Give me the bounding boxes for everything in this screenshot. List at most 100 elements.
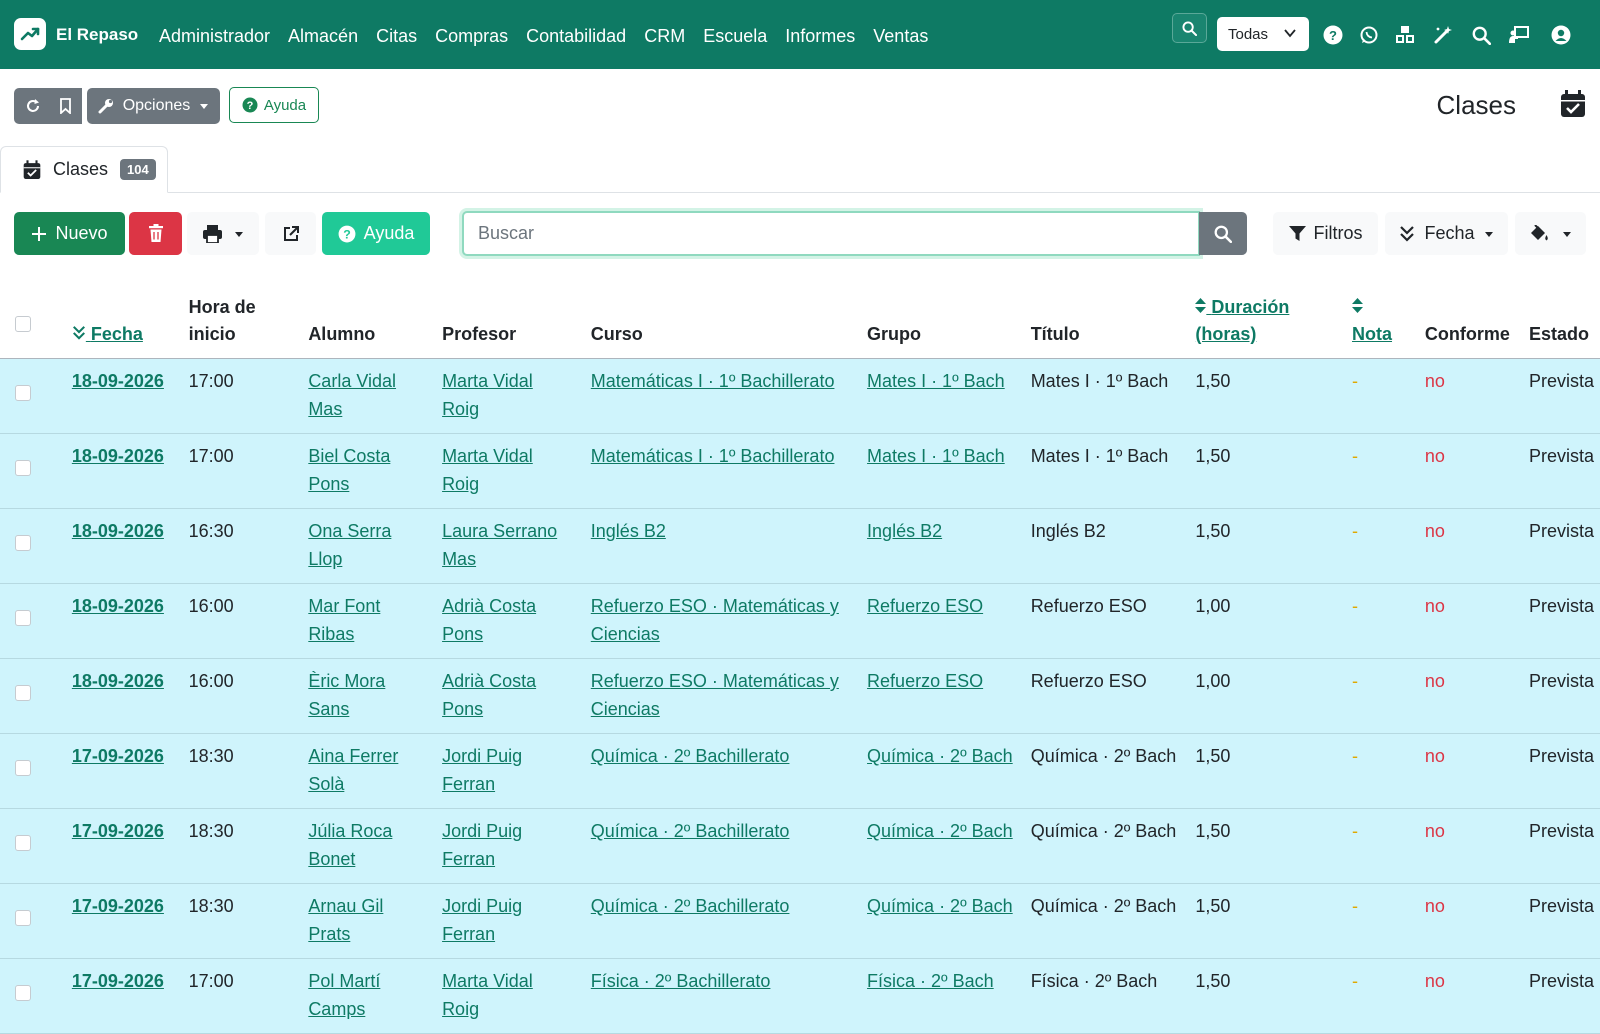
grupo-link[interactable]: Inglés B2 [867,521,942,541]
row-checkbox[interactable] [15,760,31,776]
search-icon[interactable] [1470,24,1492,46]
col-fecha-link[interactable]: Fecha [72,324,143,344]
grupo-link[interactable]: Química · 2º Bach [867,896,1013,916]
magic-wand-icon[interactable] [1432,24,1454,46]
alumno-link[interactable]: Mar Font Ribas [308,596,380,644]
alumno-link[interactable]: Biel Costa Pons [308,446,390,494]
alumno-link[interactable]: Carla Vidal Mas [308,371,396,419]
row-checkbox[interactable] [15,385,31,401]
select-all-checkbox[interactable] [15,316,31,332]
brand-logo-icon[interactable] [14,18,46,50]
alumno-link[interactable]: Aina Ferrer Solà [308,746,398,794]
row-checkbox[interactable] [15,610,31,626]
grupo-link[interactable]: Mates I · 1º Bach [867,446,1005,466]
fecha-link[interactable]: 17-09-2026 [72,896,164,916]
profesor-link[interactable]: Jordi Puig Ferran [442,896,522,944]
table-row[interactable]: 17-09-2026 18:30 Arnau Gil Prats Jordi Puig F… [0,883,1600,959]
curso-link[interactable]: Química · 2º Bachillerato [591,821,790,841]
col-nota[interactable]: Nota [1346,286,1419,359]
sort-date-dropdown[interactable]: Fecha [1385,212,1508,255]
search-submit-button[interactable] [1199,212,1247,255]
table-row[interactable]: 17-09-2026 17:00 Pol Martí Camps Marta Vidal… [0,958,1600,1034]
fecha-link[interactable]: 18-09-2026 [72,596,164,616]
fecha-link[interactable]: 18-09-2026 [72,371,164,391]
print-dropdown[interactable] [187,212,259,255]
help-button-outline[interactable]: ? Ayuda [229,87,319,123]
menu-item-informes[interactable]: Informes [785,26,855,47]
whatsapp-icon[interactable] [1358,24,1380,46]
nav-search-button[interactable] [1172,13,1207,43]
alumno-link[interactable]: Ona Serra Llop [308,521,391,569]
row-checkbox[interactable] [15,685,31,701]
fecha-link[interactable]: 18-09-2026 [72,671,164,691]
row-checkbox[interactable] [15,985,31,1001]
help-circle-icon[interactable]: ? [1322,24,1344,46]
row-checkbox[interactable] [15,910,31,926]
delete-button[interactable] [129,212,182,255]
col-fecha[interactable]: Fecha [65,286,183,359]
profesor-link[interactable]: Marta Vidal Roig [442,371,533,419]
alumno-link[interactable]: Arnau Gil Prats [308,896,383,944]
row-checkbox[interactable] [15,535,31,551]
curso-link[interactable]: Física · 2º Bachillerato [591,971,771,991]
table-row[interactable]: 18-09-2026 16:00 Mar Font Ribas Adrià Costa P… [0,583,1600,659]
alumno-link[interactable]: Èric Mora Sans [308,671,385,719]
user-circle-icon[interactable] [1550,24,1572,46]
table-row[interactable]: 17-09-2026 18:30 Júlia Roca Bonet Jordi Puig… [0,808,1600,884]
search-input[interactable] [464,213,1198,254]
export-button[interactable] [265,212,316,255]
tab-clases[interactable]: Clases 104 [0,146,168,193]
new-button[interactable]: Nuevo [14,212,125,255]
menu-item-compras[interactable]: Compras [435,26,508,47]
grupo-link[interactable]: Mates I · 1º Bach [867,371,1005,391]
profesor-link[interactable]: Adrià Costa Pons [442,671,536,719]
alumno-link[interactable]: Pol Martí Camps [308,971,380,1019]
profesor-link[interactable]: Laura Serrano Mas [442,521,557,569]
row-checkbox[interactable] [15,460,31,476]
table-row[interactable]: 18-09-2026 16:30 Ona Serra Llop Laura Serran… [0,508,1600,584]
scope-select[interactable]: Todas [1217,17,1309,51]
curso-link[interactable]: Matemáticas I · 1º Bachillerato [591,371,835,391]
filters-button[interactable]: Filtros [1273,212,1378,255]
color-dropdown[interactable] [1515,212,1586,255]
table-row[interactable]: 18-09-2026 17:00 Carla Vidal Mas Marta Vidal… [0,358,1600,434]
fecha-link[interactable]: 17-09-2026 [72,746,164,766]
fecha-link[interactable]: 18-09-2026 [72,521,164,541]
menu-item-crm[interactable]: CRM [644,26,685,47]
col-duracion-link[interactable]: Duración (horas) [1195,297,1289,344]
grupo-link[interactable]: Refuerzo ESO [867,671,983,691]
profesor-link[interactable]: Jordi Puig Ferran [442,746,522,794]
grupo-link[interactable]: Refuerzo ESO [867,596,983,616]
menu-item-administrador[interactable]: Administrador [159,26,270,47]
table-row[interactable]: 18-09-2026 17:00 Biel Costa Pons Marta Vidal… [0,433,1600,509]
menu-item-almacen[interactable]: Almacén [288,26,358,47]
col-nota-link[interactable]: Nota [1352,324,1392,344]
bookmark-icon[interactable] [59,98,72,114]
curso-link[interactable]: Refuerzo ESO · Matemáticas y Ciencias [591,596,839,644]
curso-link[interactable]: Química · 2º Bachillerato [591,896,790,916]
reload-icon[interactable] [25,98,41,114]
profesor-link[interactable]: Adrià Costa Pons [442,596,536,644]
alumno-link[interactable]: Júlia Roca Bonet [308,821,392,869]
curso-link[interactable]: Química · 2º Bachillerato [591,746,790,766]
fecha-link[interactable]: 17-09-2026 [72,971,164,991]
grupo-link[interactable]: Química · 2º Bach [867,821,1013,841]
fecha-link[interactable]: 18-09-2026 [72,446,164,466]
curso-link[interactable]: Refuerzo ESO · Matemáticas y Ciencias [591,671,839,719]
fecha-link[interactable]: 17-09-2026 [72,821,164,841]
grupo-link[interactable]: Física · 2º Bach [867,971,994,991]
profesor-link[interactable]: Jordi Puig Ferran [442,821,522,869]
table-row[interactable]: 17-09-2026 18:30 Aina Ferrer Solà Jordi Puig… [0,733,1600,809]
menu-item-citas[interactable]: Citas [376,26,417,47]
brand-name[interactable]: El Repaso [56,25,138,45]
cubes-icon[interactable] [1394,24,1416,46]
profesor-link[interactable]: Marta Vidal Roig [442,971,533,1019]
row-checkbox[interactable] [15,835,31,851]
table-row[interactable]: 18-09-2026 16:00 Èric Mora Sans Adrià Costa P… [0,658,1600,734]
help-button[interactable]: ? Ayuda [322,212,430,255]
col-duracion[interactable]: Duración (horas) [1189,286,1347,359]
curso-link[interactable]: Inglés B2 [591,521,666,541]
profesor-link[interactable]: Marta Vidal Roig [442,446,533,494]
menu-item-ventas[interactable]: Ventas [873,26,928,47]
menu-item-escuela[interactable]: Escuela [703,26,767,47]
